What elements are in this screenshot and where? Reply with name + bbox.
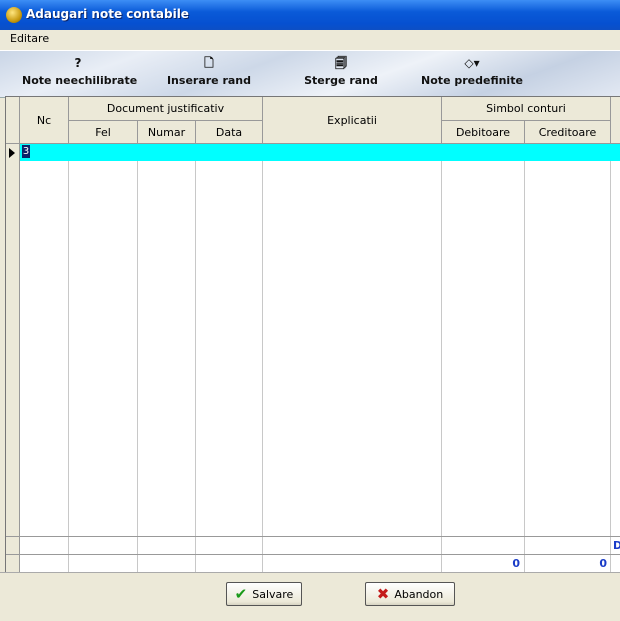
- entries-grid[interactable]: Nc Document justificativ Fel Numar Data …: [5, 96, 620, 573]
- header-data[interactable]: Data: [196, 121, 263, 144]
- unbalanced-notes-label: Note neechilibrate: [22, 74, 138, 87]
- insert-row-button[interactable]: 🗋 Inserare rand: [166, 55, 252, 87]
- delete-rows-icon: 🗐: [335, 56, 347, 70]
- menu-bar: Editare: [0, 30, 620, 48]
- header-debitoare[interactable]: Debitoare: [442, 121, 525, 144]
- header-creditoare[interactable]: Creditoare: [525, 121, 611, 144]
- header-document-justificativ: Document justificativ: [69, 97, 263, 121]
- cancel-button[interactable]: ✖ Abandon: [365, 582, 455, 606]
- predefined-notes-label: Note predefinite: [421, 74, 523, 87]
- total-debitoare: 0: [512, 557, 520, 570]
- row-indicator-column: [6, 144, 20, 573]
- column-divider: [137, 144, 138, 573]
- grid-corner: [6, 97, 20, 144]
- save-button[interactable]: ✔ Salvare: [226, 582, 302, 606]
- eraser-dropdown-icon: ◇▾: [464, 56, 480, 70]
- question-icon: ?: [74, 56, 82, 70]
- header-explicatii[interactable]: Explicatii: [263, 97, 442, 144]
- checkmark-icon: ✔: [234, 585, 248, 603]
- header-nc[interactable]: Nc: [20, 97, 69, 144]
- column-divider: [441, 144, 442, 573]
- menu-editare[interactable]: Editare: [10, 32, 49, 45]
- column-divider: [195, 144, 196, 573]
- delete-row-button[interactable]: 🗐 Sterge rand: [302, 55, 380, 87]
- total-creditoare: 0: [599, 557, 607, 570]
- insert-row-label: Inserare rand: [166, 74, 252, 87]
- totals-divider: [6, 554, 620, 555]
- footer-bar: ✔ Salvare ✖ Abandon: [0, 572, 620, 621]
- unbalanced-notes-button[interactable]: ? Note neechilibrate: [22, 55, 138, 87]
- close-icon: ✖: [376, 585, 390, 603]
- title-bar[interactable]: Adaugari note contabile: [0, 0, 620, 30]
- totals-debit-label: D: [613, 539, 620, 552]
- predefined-notes-button[interactable]: ◇▾ Note predefinite: [420, 55, 524, 87]
- save-label: Salvare: [252, 587, 294, 601]
- new-document-icon: 🗋: [204, 56, 214, 70]
- app-icon: [6, 7, 22, 23]
- column-divider: [262, 144, 263, 573]
- column-divider: [524, 144, 525, 573]
- totals-divider: [6, 536, 620, 537]
- column-divider: [610, 144, 611, 573]
- header-fel[interactable]: Fel: [69, 121, 138, 144]
- delete-row-label: Sterge rand: [304, 74, 378, 87]
- current-row-arrow-icon: [9, 148, 15, 158]
- cell-nc[interactable]: 3: [22, 145, 30, 158]
- window-title: Adaugari note contabile: [26, 7, 189, 21]
- toolbar: ? Note neechilibrate 🗋 Inserare rand 🗐 S…: [0, 50, 620, 98]
- header-simbol-conturi: Simbol conturi: [442, 97, 611, 121]
- cancel-label: Abandon: [394, 587, 444, 601]
- table-row[interactable]: [20, 144, 620, 161]
- header-next-column[interactable]: [611, 97, 620, 144]
- column-divider: [68, 144, 69, 573]
- header-numar[interactable]: Numar: [138, 121, 196, 144]
